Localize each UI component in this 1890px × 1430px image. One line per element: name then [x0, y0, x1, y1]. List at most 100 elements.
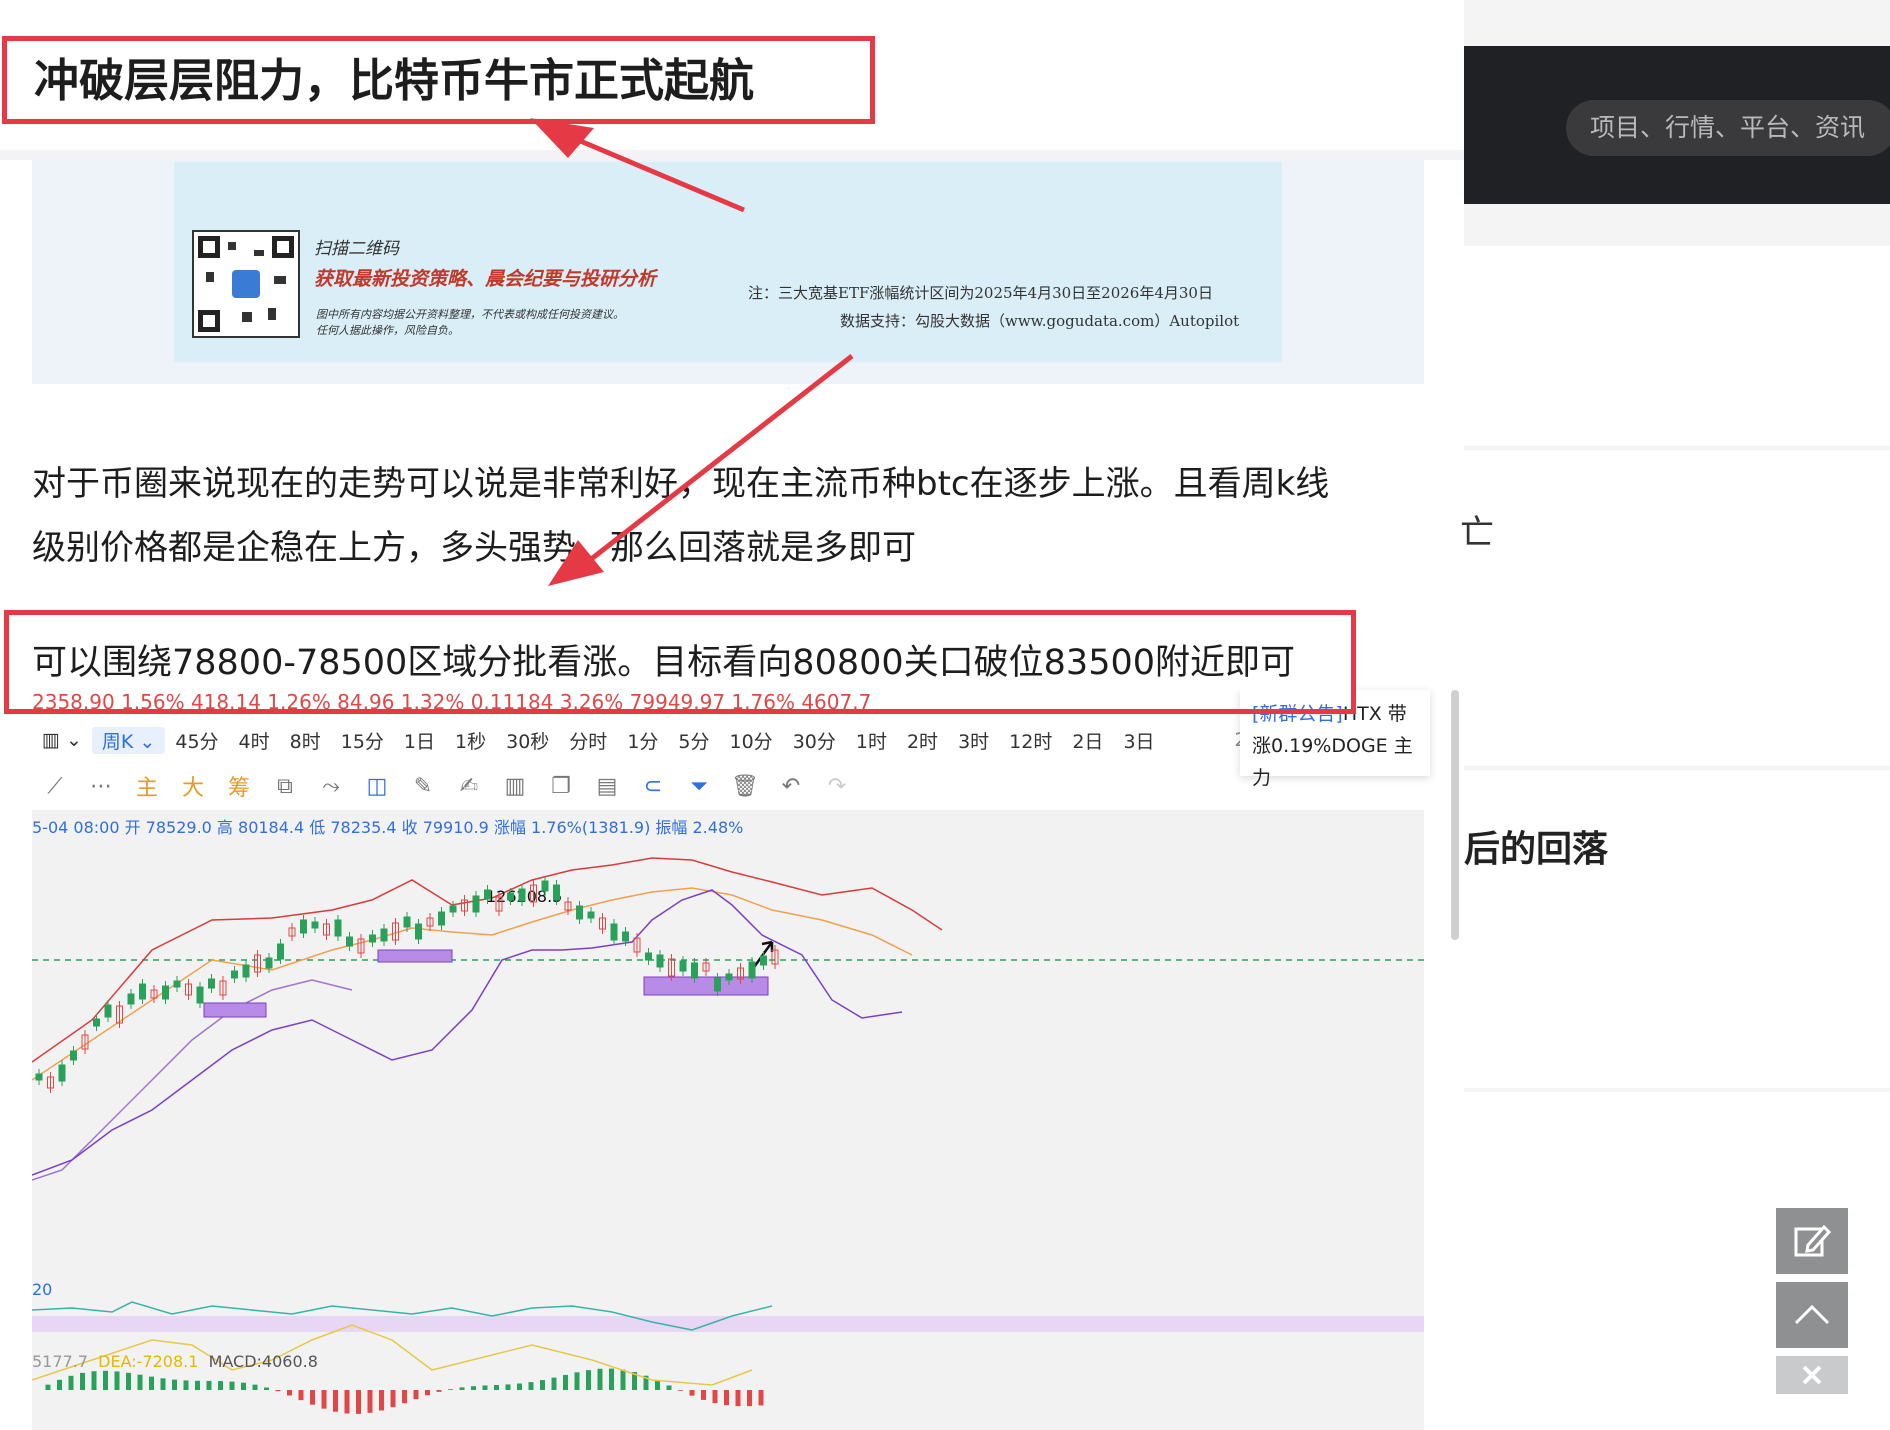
macd-bar [103, 1370, 108, 1390]
indicator-chip-button[interactable]: 筹 [216, 770, 262, 802]
macd-bar [275, 1390, 281, 1392]
timeframe-option[interactable]: 3日 [1113, 727, 1164, 754]
timeframe-option[interactable]: 8时 [280, 727, 331, 754]
trash-icon[interactable]: 🗑 [722, 774, 768, 799]
search-input[interactable]: 项目、行情、平台、资讯 [1566, 100, 1890, 156]
ohlc-readout: 5-04 08:00 开 78529.0 高 80184.4 低 78235.4… [32, 818, 744, 837]
macd-bar [528, 1382, 534, 1390]
macd-bar [724, 1390, 729, 1406]
timeframe-option[interactable]: 1时 [846, 727, 897, 754]
indicator-big-button[interactable]: 大 [170, 770, 216, 802]
candle [265, 957, 273, 969]
more-icon[interactable]: ⋯ [78, 774, 124, 799]
macd-bar [333, 1390, 338, 1412]
macd-bar [609, 1368, 614, 1390]
candle [507, 892, 514, 901]
related-title[interactable]: 后的回落 [1464, 820, 1608, 872]
macd-bar [310, 1390, 315, 1405]
timeframe-option[interactable]: 10分 [720, 727, 783, 754]
indicator-main-button[interactable]: 主 [124, 770, 170, 802]
candle [380, 928, 388, 942]
magnet-icon[interactable]: ⊂ [630, 774, 676, 799]
related-card[interactable] [1464, 770, 1890, 1088]
timeframe-option[interactable]: 30分 [783, 727, 846, 754]
candle [415, 923, 422, 940]
filter-icon[interactable]: ⏷ [676, 774, 722, 799]
macd-bar [436, 1390, 442, 1392]
macd-bar [655, 1380, 660, 1390]
related-card[interactable] [1464, 450, 1890, 766]
macd-bar [402, 1390, 407, 1404]
timeframe-option[interactable]: 5分 [668, 727, 719, 754]
timeframe-option[interactable]: 30秒 [496, 727, 559, 754]
candle [587, 911, 595, 919]
timeframe-option[interactable]: 2日 [1062, 727, 1113, 754]
pencil-icon[interactable]: ✎ [400, 774, 446, 799]
macd-bar [206, 1380, 212, 1390]
candle [231, 970, 238, 979]
timeframe-option[interactable]: 1日 [394, 727, 445, 754]
candle [518, 888, 526, 902]
candle [622, 931, 629, 942]
macd-bar [160, 1378, 166, 1390]
candle [748, 961, 756, 979]
macd-bar [482, 1385, 488, 1390]
drawing-toolbar: ⟋ ⋯ 主 大 筹 ⧉ ⤳ ◫ ✎ ✍ ▥ ❐ ▤ ⊂ ⏷ 🗑 ↶ ↷ [32, 766, 1232, 806]
candle [449, 905, 457, 913]
candle [93, 1018, 100, 1027]
timeframe-option[interactable]: 15分 [331, 727, 394, 754]
candle [576, 905, 583, 920]
candle [691, 962, 698, 979]
related-title-fragment: 亡 [1460, 513, 1494, 553]
candle [472, 895, 480, 913]
candle [127, 993, 135, 1005]
layer-icon[interactable]: ◫ [354, 774, 400, 799]
timeframe-option[interactable]: 1分 [617, 727, 668, 754]
chart-type-icon[interactable]: ▥ ⌄ [32, 729, 92, 751]
macd-value: MACD:4060.8 [208, 1352, 318, 1371]
edit-button[interactable] [1776, 1208, 1848, 1274]
close-button[interactable] [1776, 1356, 1848, 1394]
macd-bar [172, 1379, 177, 1390]
macd-bar [747, 1390, 752, 1407]
macd-bar [287, 1390, 292, 1396]
scrollbar[interactable] [1451, 690, 1459, 940]
timeframe-option[interactable]: 12时 [999, 727, 1062, 754]
macd-bar [597, 1368, 603, 1390]
macd-bar [517, 1383, 522, 1390]
timeframe-option[interactable]: 2时 [897, 727, 948, 754]
timeframe-selected[interactable]: 周K ⌄ [91, 726, 166, 754]
macd-bar [114, 1371, 120, 1390]
macd-bar [379, 1390, 384, 1411]
kline-plot: 126208.5 [32, 857, 1424, 1414]
candle-icon[interactable]: ▥ [492, 774, 538, 799]
timeframe-option[interactable]: 3时 [948, 727, 999, 754]
macd-bar [471, 1386, 476, 1390]
back-to-top-button[interactable] [1776, 1282, 1848, 1348]
candle [70, 1050, 77, 1061]
trend-icon[interactable]: ⤳ [308, 774, 354, 799]
macd-bar [91, 1371, 97, 1390]
line-tool-icon[interactable]: ⟋ [32, 774, 78, 799]
rsi-band [32, 1316, 1424, 1332]
macd-bar [229, 1381, 235, 1390]
candle [277, 943, 284, 960]
undo-icon[interactable]: ↶ [768, 774, 814, 799]
copy-icon[interactable]: ❐ [538, 774, 584, 799]
arrow-line [577, 137, 745, 213]
candle [35, 1073, 43, 1081]
arrow-line [588, 354, 854, 562]
note-icon[interactable]: ▤ [584, 774, 630, 799]
support-zone-box [377, 949, 453, 963]
timeframe-option[interactable]: 45分 [165, 727, 228, 754]
macd-bar [321, 1390, 327, 1409]
related-card[interactable] [1464, 246, 1890, 446]
redo-icon[interactable]: ↷ [814, 774, 860, 799]
timeframe-bar: ▥ ⌄ 周K ⌄ 45分 4时 8时 15分 1日 1秒 30秒 分时 1分 5… [32, 718, 1424, 762]
compare-icon[interactable]: ⧉ [262, 774, 308, 799]
timeframe-option[interactable]: 分时 [559, 727, 617, 754]
timeframe-option[interactable]: 1秒 [445, 727, 496, 754]
brush-icon[interactable]: ✍ [446, 774, 492, 799]
timeframe-option[interactable]: 4时 [229, 727, 280, 754]
annotation-arrows [530, 118, 854, 586]
